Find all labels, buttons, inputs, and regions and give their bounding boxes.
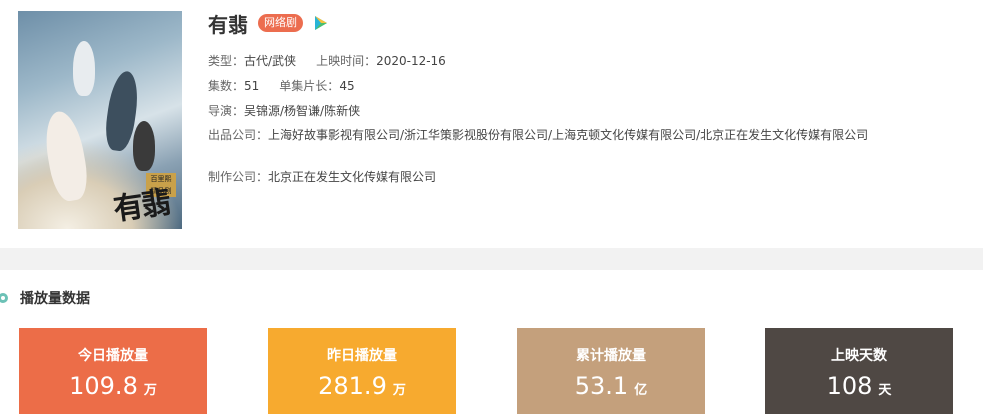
stat-value: 108 [826, 372, 873, 400]
play-icon[interactable] [311, 14, 329, 32]
type-label: 类型： [208, 54, 245, 68]
stat-unit: 万 [392, 383, 406, 398]
circle-icon [0, 293, 8, 303]
stat-card-days: 上映天数 108 天 [765, 328, 953, 414]
stat-value: 53.1 [574, 372, 629, 400]
stat-label: 上映天数 [831, 348, 887, 364]
release-value: 2020-12-16 [376, 54, 446, 68]
stat-unit: 天 [878, 383, 892, 398]
stat-value: 109.8 [69, 372, 138, 400]
section-title: 播放量数据 [20, 291, 90, 307]
poster-figure [73, 41, 95, 96]
info-row-episodes: 集数：51 单集片长：45 [208, 78, 355, 94]
section-header: 播放量数据 [0, 288, 90, 308]
info-row-maker: 制作公司：北京正在发生文化传媒有限公司 [208, 169, 436, 185]
stat-label: 昨日播放量 [327, 348, 397, 364]
stat-label: 累计播放量 [576, 348, 646, 364]
stat-value: 281.9 [318, 372, 387, 400]
stat-unit: 万 [143, 383, 157, 398]
type-value: 古代/武侠 [244, 54, 297, 68]
info-row-type: 类型：古代/武侠 上映时间：2020-12-16 [208, 53, 446, 69]
info-row-director: 导演：吴锦源/杨智谦/陈新侠 [208, 103, 360, 119]
stat-unit: 亿 [634, 383, 648, 398]
duration-label: 单集片长： [279, 79, 340, 93]
director-label: 导演： [208, 104, 245, 118]
poster-figure [133, 121, 155, 171]
episodes-value: 51 [244, 79, 260, 93]
producer-label: 出品公司： [208, 128, 269, 142]
show-poster[interactable]: 百里熙 精品剧 有翡 [18, 11, 182, 229]
duration-value: 45 [339, 79, 355, 93]
stat-card-total: 累计播放量 53.1 亿 [517, 328, 705, 414]
episodes-label: 集数： [208, 79, 245, 93]
stat-value-row: 108 天 [765, 372, 953, 400]
show-header: 百里熙 精品剧 有翡 有翡 网络剧 类型：古代/武侠 上映时间：2020-12-1… [0, 0, 983, 248]
stat-value-row: 109.8 万 [19, 372, 207, 400]
stat-value-row: 53.1 亿 [517, 372, 705, 400]
stat-card-yesterday: 昨日播放量 281.9 万 [268, 328, 456, 414]
stat-value-row: 281.9 万 [268, 372, 456, 400]
category-badge: 网络剧 [258, 14, 303, 32]
stat-label: 今日播放量 [78, 348, 148, 364]
maker-label: 制作公司： [208, 170, 269, 184]
section-divider [0, 248, 983, 270]
maker-value: 北京正在发生文化传媒有限公司 [268, 170, 437, 184]
release-label: 上映时间： [316, 54, 377, 68]
info-row-producer: 出品公司：上海好故事影视有限公司/浙江华策影视股份有限公司/上海克顿文化传媒有限… [208, 127, 958, 143]
producer-value: 上海好故事影视有限公司/浙江华策影视股份有限公司/上海克顿文化传媒有限公司/北京… [268, 128, 869, 142]
poster-logo: 有翡 [111, 185, 172, 228]
director-value: 吴锦源/杨智谦/陈新侠 [244, 104, 361, 118]
title-row: 有翡 网络剧 [208, 8, 329, 38]
show-title: 有翡 [208, 12, 248, 37]
stat-card-today: 今日播放量 109.8 万 [19, 328, 207, 414]
